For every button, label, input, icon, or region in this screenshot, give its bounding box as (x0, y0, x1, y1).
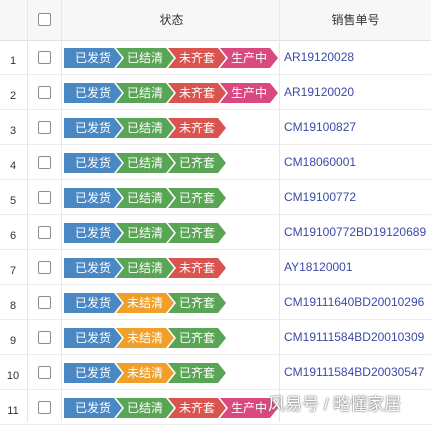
row-checkbox[interactable] (38, 366, 51, 379)
table-header: 状态 销售单号 (0, 0, 431, 41)
row-checkbox[interactable] (38, 401, 51, 414)
status-tag-complete: 已齐套 (168, 223, 226, 243)
row-checkbox[interactable] (38, 51, 51, 64)
status-tag-shipped: 已发货 (64, 293, 122, 313)
table-row[interactable]: 6 已发货 已结清 已齐套 CM19100772BD19120689 (0, 215, 431, 250)
status-tag-unsettled: 未结清 (116, 293, 174, 313)
status-tag-producing: 生产中 (220, 48, 278, 68)
table-row[interactable]: 3 已发货 已结清 未齐套 CM19100827 (0, 110, 431, 145)
order-number-link[interactable]: CM18060001 (284, 145, 356, 180)
sales-order-grid: 状态 销售单号 1 已发货 已结清 未齐套 生产中 AR19120028 2 已发货 已结清 未齐… (0, 0, 431, 425)
order-number-link[interactable]: CM19100827 (284, 110, 356, 145)
row-checkbox[interactable] (38, 261, 51, 274)
status-tag-complete: 已齐套 (168, 328, 226, 348)
table-row[interactable]: 2 已发货 已结清 未齐套 生产中 AR19120020 (0, 75, 431, 110)
order-number-link[interactable]: AR19120020 (284, 75, 354, 110)
row-number: 4 (9, 160, 17, 172)
status-tag-shipped: 已发货 (64, 363, 122, 383)
watermark: 风易号 / 略懂家居 (268, 395, 402, 414)
order-number-link[interactable]: AY18120001 (284, 250, 353, 285)
order-number-link[interactable]: CM19111640BD20010296 (284, 285, 424, 320)
row-number: 6 (9, 230, 17, 242)
order-number-link[interactable]: CM19100772BD19120689 (284, 215, 426, 250)
status-tag-shipped: 已发货 (64, 48, 122, 68)
table-row[interactable]: 9 已发货 未结清 已齐套 CM19111584BD20010309 (0, 320, 431, 355)
status-tag-complete: 已齐套 (168, 293, 226, 313)
row-checkbox[interactable] (38, 191, 51, 204)
row-number: 3 (9, 125, 17, 137)
status-tag-incomplete: 未齐套 (168, 83, 226, 103)
status-tag-incomplete: 未齐套 (168, 118, 226, 138)
status-tag-settled: 已结清 (116, 48, 174, 68)
status-tag-shipped: 已发货 (64, 153, 122, 173)
status-tag-shipped: 已发货 (64, 118, 122, 138)
status-tag-incomplete: 未齐套 (168, 398, 226, 418)
row-checkbox[interactable] (38, 121, 51, 134)
row-checkbox[interactable] (38, 331, 51, 344)
status-tag-settled: 已结清 (116, 153, 174, 173)
row-number: 5 (9, 195, 17, 207)
status-tag-shipped: 已发货 (64, 223, 122, 243)
row-checkbox[interactable] (38, 226, 51, 239)
status-tag-settled: 已结清 (116, 398, 174, 418)
select-all-checkbox[interactable] (38, 13, 51, 26)
status-tag-shipped: 已发货 (64, 83, 122, 103)
order-number-link[interactable]: CM19100772 (284, 180, 356, 215)
table-row[interactable]: 7 已发货 已结清 未齐套 AY18120001 (0, 250, 431, 285)
status-tag-settled: 已结清 (116, 258, 174, 278)
row-number: 2 (9, 90, 17, 102)
status-tag-settled: 已结清 (116, 83, 174, 103)
row-number: 9 (9, 335, 17, 347)
status-tag-complete: 已齐套 (168, 188, 226, 208)
order-number-column-header[interactable]: 销售单号 (280, 0, 431, 40)
status-tag-shipped: 已发货 (64, 188, 122, 208)
status-tag-complete: 已齐套 (168, 363, 226, 383)
table-row[interactable]: 4 已发货 已结清 已齐套 CM18060001 (0, 145, 431, 180)
order-number-link[interactable]: AR19120028 (284, 40, 354, 75)
status-tag-shipped: 已发货 (64, 328, 122, 348)
row-checkbox[interactable] (38, 156, 51, 169)
table-row[interactable]: 8 已发货 未结清 已齐套 CM19111640BD20010296 (0, 285, 431, 320)
table-row[interactable]: 10 已发货 未结清 已齐套 CM19111584BD20030547 (0, 355, 431, 390)
row-number: 1 (9, 55, 17, 67)
status-tag-producing: 生产中 (220, 83, 278, 103)
status-tag-shipped: 已发货 (64, 398, 122, 418)
order-number-link[interactable]: CM19111584BD20010309 (284, 320, 424, 355)
status-tag-settled: 已结清 (116, 188, 174, 208)
status-column-header[interactable]: 状态 (64, 0, 279, 40)
row-number: 8 (9, 300, 17, 312)
table-row[interactable]: 1 已发货 已结清 未齐套 生产中 AR19120028 (0, 40, 431, 75)
row-number: 7 (9, 265, 17, 277)
row-checkbox[interactable] (38, 86, 51, 99)
status-tag-incomplete: 未齐套 (168, 48, 226, 68)
table-row[interactable]: 5 已发货 已结清 已齐套 CM19100772 (0, 180, 431, 215)
status-tag-settled: 已结清 (116, 118, 174, 138)
row-number: 11 (7, 405, 19, 417)
order-number-link[interactable]: CM19111584BD20030547 (284, 355, 424, 390)
status-tag-unsettled: 未结清 (116, 363, 174, 383)
status-tag-complete: 已齐套 (168, 153, 226, 173)
status-tag-unsettled: 未结清 (116, 328, 174, 348)
row-number: 10 (6, 370, 20, 382)
status-tag-shipped: 已发货 (64, 258, 122, 278)
row-checkbox[interactable] (38, 296, 51, 309)
status-tag-incomplete: 未齐套 (168, 258, 226, 278)
status-tag-settled: 已结清 (116, 223, 174, 243)
